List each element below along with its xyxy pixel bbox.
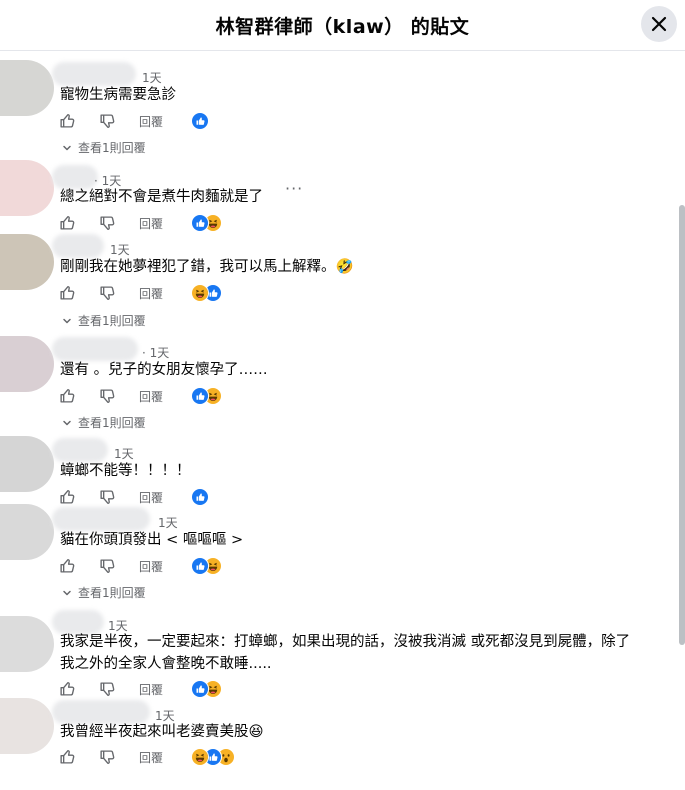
comment-timestamp[interactable]: 1天 bbox=[158, 514, 178, 531]
like-thumb-icon[interactable] bbox=[59, 387, 76, 404]
author-name-redacted[interactable] bbox=[52, 700, 150, 724]
comment-item: 1天 我家是半夜，一定要起來：打蟑螂，如果出現的話，沒被我消滅 或死都沒見到屍體，… bbox=[0, 602, 678, 702]
dislike-thumb-icon[interactable] bbox=[99, 285, 116, 302]
comment-text-continued: 我之外的全家人會整晚不敢睡..... bbox=[60, 656, 272, 672]
comment-timestamp[interactable]: 1天 bbox=[114, 445, 134, 462]
comment-item: 1天 寵物生病需要急診回覆查看1則回覆 bbox=[0, 55, 678, 155]
dislike-thumb-icon[interactable] bbox=[99, 558, 116, 575]
comment-actions: 回覆 bbox=[59, 284, 299, 304]
comment-timestamp[interactable]: 1天 bbox=[110, 241, 130, 258]
comment-item: 1天 我曾經半夜起來叫老婆賣美股😆 回覆 bbox=[0, 690, 678, 790]
comment-actions: 回覆 bbox=[59, 387, 299, 407]
comment-item: · 1天 還有 。兒子的女朋友懷孕了…… 回覆查看1則回覆 bbox=[0, 330, 678, 430]
author-name-redacted[interactable] bbox=[52, 610, 104, 634]
comment-actions: 回覆 bbox=[59, 112, 299, 132]
reply-button[interactable]: 回覆 bbox=[139, 388, 163, 405]
haha-reaction-icon bbox=[191, 748, 209, 766]
close-button[interactable] bbox=[641, 6, 677, 42]
author-name-redacted[interactable] bbox=[52, 62, 136, 86]
like-reaction-icon bbox=[191, 488, 209, 506]
chevron-down-icon bbox=[62, 417, 72, 431]
reply-button[interactable]: 回覆 bbox=[139, 749, 163, 766]
page-title: 林智群律師（klaw） 的貼文 bbox=[215, 16, 470, 38]
like-thumb-icon[interactable] bbox=[59, 748, 76, 765]
comment-text: 總之絕對不會是煮牛肉麵就是了 bbox=[60, 189, 263, 205]
like-reaction-icon bbox=[191, 387, 209, 405]
chevron-down-icon bbox=[62, 142, 72, 156]
avatar[interactable] bbox=[0, 616, 54, 672]
like-reaction-icon bbox=[191, 680, 209, 698]
author-name-redacted[interactable] bbox=[52, 165, 98, 189]
reply-button[interactable]: 回覆 bbox=[139, 113, 163, 130]
reply-button[interactable]: 回覆 bbox=[139, 285, 163, 302]
scrollbar[interactable] bbox=[679, 205, 685, 645]
comment-text: 寵物生病需要急診 bbox=[60, 87, 176, 103]
more-options-button[interactable]: ··· bbox=[285, 179, 303, 198]
view-replies-label: 查看1則回覆 bbox=[78, 586, 146, 600]
comment-text: 我曾經半夜起來叫老婆賣美股😆 bbox=[60, 724, 264, 740]
reply-button[interactable]: 回覆 bbox=[139, 558, 163, 575]
view-replies-label: 查看1則回覆 bbox=[78, 416, 146, 430]
chevron-down-icon bbox=[62, 315, 72, 329]
haha-reaction-icon bbox=[191, 284, 209, 302]
chevron-down-icon bbox=[62, 587, 72, 601]
author-name-redacted[interactable] bbox=[52, 234, 104, 258]
like-reaction-icon bbox=[191, 214, 209, 232]
comment-timestamp[interactable]: 1天 bbox=[142, 69, 162, 86]
comment-timestamp[interactable]: · 1天 bbox=[142, 344, 169, 361]
comment-text: 還有 。兒子的女朋友懷孕了…… bbox=[60, 362, 268, 378]
comment-text: 剛剛我在她夢裡犯了錯，我可以馬上解釋。🤣 bbox=[60, 259, 354, 275]
like-thumb-icon[interactable] bbox=[59, 284, 76, 301]
dialog-header: 林智群律師（klaw） 的貼文 bbox=[0, 0, 685, 51]
comment-item: 1天 貓在你頭頂發出 < 嘔嘔嘔 > 回覆查看1則回覆 bbox=[0, 500, 678, 600]
avatar[interactable] bbox=[0, 234, 54, 290]
like-thumb-icon[interactable] bbox=[59, 214, 76, 231]
avatar[interactable] bbox=[0, 336, 54, 392]
avatar[interactable] bbox=[0, 60, 54, 116]
author-name-redacted[interactable] bbox=[52, 438, 108, 462]
comment-text: 蟑螂不能等！！！！ bbox=[60, 463, 191, 479]
author-name-redacted[interactable] bbox=[52, 507, 150, 531]
avatar[interactable] bbox=[0, 698, 54, 754]
close-icon bbox=[651, 16, 667, 32]
author-name-redacted[interactable] bbox=[52, 337, 138, 361]
dislike-thumb-icon[interactable] bbox=[99, 749, 116, 766]
avatar[interactable] bbox=[0, 436, 54, 492]
view-replies-label: 查看1則回覆 bbox=[78, 141, 146, 155]
like-thumb-icon[interactable] bbox=[59, 112, 76, 129]
like-reaction-icon bbox=[191, 112, 209, 130]
comment-text: 貓在你頭頂發出 < 嘔嘔嘔 > bbox=[60, 532, 244, 548]
comment-item: 1天 剛剛我在她夢裡犯了錯，我可以馬上解釋。🤣 回覆查看1則回覆 bbox=[0, 230, 678, 330]
like-thumb-icon[interactable] bbox=[59, 557, 76, 574]
comment-actions: 回覆 bbox=[59, 748, 299, 768]
dislike-thumb-icon[interactable] bbox=[99, 388, 116, 405]
like-reaction-icon bbox=[191, 557, 209, 575]
avatar[interactable] bbox=[0, 504, 54, 560]
comment-actions: 回覆 bbox=[59, 557, 299, 577]
comment-text: 我家是半夜，一定要起來：打蟑螂，如果出現的話，沒被我消滅 或死都沒見到屍體，除了 bbox=[60, 634, 631, 650]
view-replies-label: 查看1則回覆 bbox=[78, 314, 146, 328]
dislike-thumb-icon[interactable] bbox=[99, 113, 116, 130]
avatar[interactable] bbox=[0, 160, 54, 216]
